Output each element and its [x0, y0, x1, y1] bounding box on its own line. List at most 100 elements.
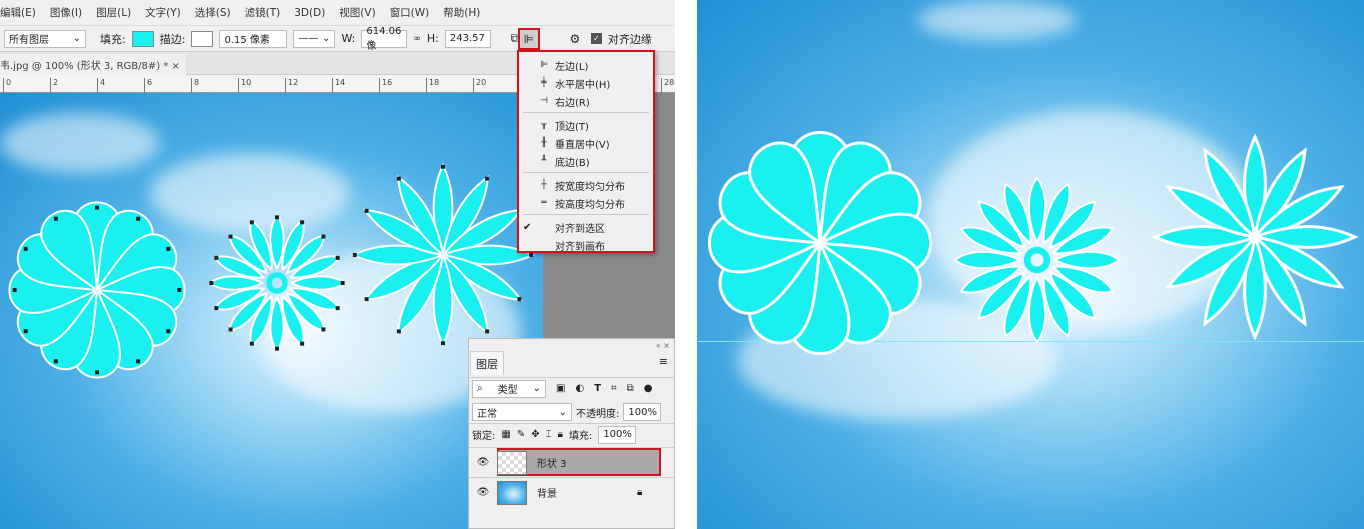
menu-item[interactable]: ═ 按高度均匀分布	[519, 194, 653, 212]
pixel-filter-icon[interactable]: ▣	[556, 383, 565, 394]
menu-3d[interactable]: 3D(D)	[294, 7, 325, 19]
opacity-label: 不透明度:	[576, 408, 620, 420]
menu-item[interactable]: 对齐到画布	[519, 236, 653, 254]
menu-image[interactable]: 图像(I)	[50, 5, 82, 20]
stroke-width-input[interactable]: 0.15 像素	[219, 29, 288, 48]
align-edges-checkbox[interactable]: ✓	[590, 33, 602, 44]
smart-object-filter-icon[interactable]: ⧉	[627, 383, 634, 394]
anchor-point[interactable]	[321, 327, 326, 332]
anchor-point[interactable]	[275, 346, 279, 351]
close-icon[interactable]: ×	[172, 61, 180, 72]
menu-item[interactable]: ✔ 对齐到选区	[519, 218, 653, 236]
anchor-point[interactable]	[364, 208, 369, 213]
anchor-point[interactable]	[136, 216, 141, 221]
menu-help[interactable]: 帮助(H)	[443, 5, 480, 20]
anchor-point[interactable]	[441, 341, 445, 346]
tab-layers[interactable]: 图层	[470, 351, 504, 375]
anchor-point[interactable]	[517, 297, 522, 302]
canvas[interactable]	[0, 93, 543, 529]
anchor-point[interactable]	[136, 359, 141, 364]
fill-input[interactable]: 100%	[598, 425, 637, 444]
layer-select[interactable]: 所有图层 ⌄	[4, 29, 86, 48]
layer-row-shape3[interactable]: 👁︎ 形状 3	[469, 447, 674, 477]
anchor-point[interactable]	[441, 164, 445, 169]
anchor-point[interactable]	[275, 215, 279, 220]
shape-filter-icon[interactable]: ⌗	[611, 383, 617, 394]
lock-artboard-icon[interactable]: ⌶	[546, 429, 552, 440]
stroke-swatch[interactable]	[191, 30, 214, 47]
stroke-type-select[interactable]: —— ⌄	[293, 29, 336, 48]
lock-move-icon[interactable]: ✥	[531, 429, 539, 440]
anchor-point[interactable]	[214, 306, 219, 311]
layer-filter-select[interactable]: ⌕ 类型 ⌄	[472, 379, 546, 398]
panel-collapse-close-icons[interactable]: « ×	[656, 341, 670, 350]
type-filter-icon[interactable]: T	[594, 383, 601, 394]
eye-icon[interactable]: 👁︎	[469, 487, 497, 498]
anchor-point[interactable]	[321, 234, 326, 239]
anchor-point[interactable]	[23, 246, 28, 251]
anchor-point[interactable]	[335, 306, 340, 311]
anchor-point[interactable]	[166, 246, 171, 251]
menu-item[interactable]: ╨ 底边(B)	[519, 152, 653, 170]
menu-edit[interactable]: 编辑(E)	[0, 5, 36, 20]
menu-filter[interactable]: 滤镜(T)	[245, 5, 281, 20]
anchor-point[interactable]	[249, 341, 254, 346]
menu-window[interactable]: 窗口(W)	[390, 5, 430, 20]
lock-icon: 🔒︎	[637, 487, 643, 498]
menu-item[interactable]: ╪ 水平居中(H)	[519, 74, 653, 92]
lock-all-icon[interactable]: 🔒︎	[558, 429, 563, 440]
anchor-point[interactable]	[228, 327, 233, 332]
anchor-point[interactable]	[95, 370, 99, 375]
anchor-point[interactable]	[228, 234, 233, 239]
menu-view[interactable]: 视图(V)	[339, 5, 375, 20]
menu-type[interactable]: 文字(Y)	[145, 5, 181, 20]
anchor-point[interactable]	[364, 297, 369, 302]
filter-toggle[interactable]: ●	[644, 383, 653, 394]
menu-item[interactable]: ╫ 垂直居中(V)	[519, 134, 653, 152]
anchor-point[interactable]	[12, 288, 17, 292]
anchor-point[interactable]	[396, 176, 401, 181]
lock-transparent-icon[interactable]: ▦	[501, 429, 510, 440]
path-arrange-icon[interactable]: ⚙	[565, 29, 585, 49]
flower-shapes[interactable]	[0, 93, 543, 529]
anchor-point[interactable]	[485, 176, 490, 181]
anchor-point[interactable]	[177, 288, 182, 292]
menu-item[interactable]: ⊣ 右边(R)	[519, 92, 653, 110]
blend-mode-select[interactable]: 正常 ⌄	[472, 403, 572, 421]
fill-swatch[interactable]	[131, 30, 154, 47]
adjustment-filter-icon[interactable]: ◐	[575, 383, 584, 394]
menu-select[interactable]: 选择(S)	[195, 5, 231, 20]
eye-icon[interactable]: 👁︎	[469, 457, 497, 468]
anchor-point[interactable]	[23, 329, 28, 334]
anchor-point[interactable]	[352, 253, 357, 257]
anchor-point[interactable]	[249, 220, 254, 225]
anchor-point[interactable]	[396, 329, 401, 334]
fill-label: 填充:	[100, 32, 126, 46]
width-input[interactable]: 614.06 像	[361, 26, 408, 52]
menu-item[interactable]: ⊫ 左边(L)	[519, 56, 653, 74]
opacity-input[interactable]: 100%	[623, 403, 662, 421]
menu-layer[interactable]: 图层(L)	[96, 5, 131, 20]
panel-menu-icon[interactable]: ≡	[659, 355, 668, 368]
anchor-point[interactable]	[485, 329, 490, 334]
photoshop-window: 编辑(E) 图像(I) 图层(L) 文字(Y) 选择(S) 滤镜(T) 3D(D…	[0, 0, 675, 529]
layer-row-background[interactable]: 👁︎ 背景 🔒︎	[469, 477, 674, 507]
tab-layers-label: 图层	[476, 357, 498, 371]
menu-item[interactable]: ┼ 按宽度均匀分布	[519, 176, 653, 194]
anchor-point[interactable]	[300, 341, 305, 346]
anchor-point[interactable]	[53, 216, 58, 221]
link-icon[interactable]: ∞	[413, 34, 421, 44]
path-alignment-button[interactable]: ⊫	[518, 28, 540, 50]
anchor-point[interactable]	[214, 255, 219, 260]
anchor-point[interactable]	[340, 281, 345, 285]
anchor-point[interactable]	[53, 359, 58, 364]
anchor-point[interactable]	[335, 255, 340, 260]
height-input[interactable]: 243.57	[444, 29, 491, 48]
anchor-point[interactable]	[166, 329, 171, 334]
anchor-point[interactable]	[209, 281, 214, 285]
anchor-point[interactable]	[300, 220, 305, 225]
menu-item[interactable]: ╥ 顶边(T)	[519, 116, 653, 134]
lock-brush-icon[interactable]: ✎	[517, 429, 525, 440]
document-tab[interactable]: 韦.jpg @ 100% (形状 3, RGB/8#) * ×	[0, 54, 186, 75]
anchor-point[interactable]	[95, 205, 99, 210]
